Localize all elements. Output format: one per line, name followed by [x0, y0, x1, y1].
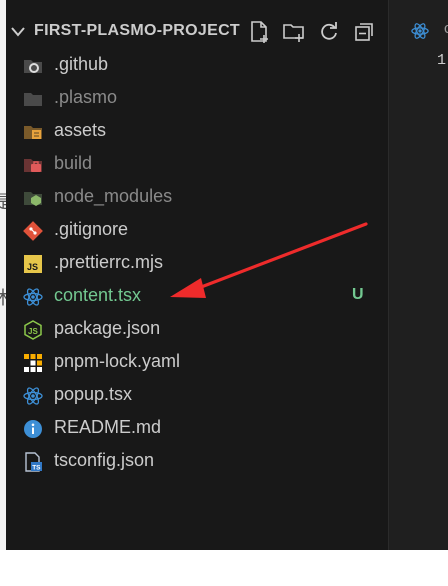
svg-text:JS: JS	[27, 262, 38, 272]
assets-folder-icon	[24, 126, 42, 139]
tree-item-build[interactable]: build	[6, 148, 388, 181]
git-status-badge: U	[352, 286, 364, 303]
nodejs-icon: JS	[24, 320, 42, 340]
editor-tab[interactable]	[389, 14, 448, 48]
explorer-panel: FIRST-PLASMO-PROJECT .github .plasmo ass…	[6, 0, 389, 550]
chevron-down-icon[interactable]	[10, 26, 26, 38]
collapse-all-icon[interactable]	[352, 20, 376, 44]
tree-item-label: .github	[54, 54, 109, 74]
tree-item-label: content.tsx	[54, 285, 142, 305]
tree-item-label: popup.tsx	[54, 384, 133, 404]
github-folder-icon	[24, 60, 42, 73]
react-icon	[411, 23, 429, 39]
tree-item-assets[interactable]: assets	[6, 115, 388, 148]
react-icon	[23, 288, 43, 306]
tree-item-label: .gitignore	[54, 219, 129, 239]
tree-item-label: README.md	[54, 417, 162, 437]
tree-item-label: node_modules	[54, 186, 173, 206]
pnpm-icon	[24, 354, 42, 372]
node-folder-icon	[24, 192, 42, 206]
editor-area[interactable]	[389, 48, 448, 550]
file-tree: .github .plasmo assets build node_module…	[6, 49, 388, 478]
line-number: 1	[437, 52, 447, 69]
tree-item-package-json[interactable]: JS package.json	[6, 313, 388, 346]
react-icon	[23, 387, 43, 405]
git-icon	[23, 221, 43, 241]
tree-item-label: .plasmo	[54, 87, 118, 107]
tsconfig-icon: TS	[25, 452, 42, 472]
explorer-actions	[247, 20, 376, 44]
tree-item-label: tsconfig.json	[54, 450, 155, 470]
tree-item-prettierrc[interactable]: JS .prettierrc.mjs	[6, 247, 388, 280]
tree-item-label: build	[54, 153, 93, 173]
screenshot-stage: 是 木 FIRST-PLASMO-PROJECT	[0, 0, 448, 586]
tree-item-label: .prettierrc.mjs	[54, 252, 164, 272]
background-area	[0, 550, 448, 586]
svg-text:TS: TS	[32, 465, 41, 472]
info-icon	[24, 420, 42, 438]
tree-item-content-tsx[interactable]: content.tsx U	[6, 280, 388, 313]
js-icon: JS	[24, 255, 42, 273]
editor-tab-label: c	[444, 20, 448, 37]
tree-item-pnpm-lock[interactable]: pnpm-lock.yaml	[6, 346, 388, 379]
new-file-icon[interactable]	[247, 20, 271, 44]
tree-item-gitignore[interactable]: .gitignore	[6, 214, 388, 247]
tree-item-github[interactable]: .github	[6, 49, 388, 82]
editor-tab-bar	[389, 0, 448, 14]
tree-item-readme[interactable]: README.md	[6, 412, 388, 445]
tree-item-label: assets	[54, 120, 107, 140]
explorer-section-header[interactable]: FIRST-PLASMO-PROJECT	[6, 12, 388, 52]
build-folder-icon	[24, 159, 42, 172]
tree-item-plasmo[interactable]: .plasmo	[6, 82, 388, 115]
refresh-icon[interactable]	[317, 20, 341, 44]
svg-text:JS: JS	[28, 327, 38, 336]
tree-item-popup-tsx[interactable]: popup.tsx	[6, 379, 388, 412]
tree-item-label: pnpm-lock.yaml	[54, 351, 181, 371]
tree-item-node-modules[interactable]: node_modules	[6, 181, 388, 214]
folder-icon	[24, 93, 42, 106]
tree-item-label: package.json	[54, 318, 161, 338]
new-folder-icon[interactable]	[282, 20, 306, 44]
project-title: FIRST-PLASMO-PROJECT	[34, 22, 241, 39]
tree-item-tsconfig[interactable]: TS tsconfig.json	[6, 445, 388, 478]
